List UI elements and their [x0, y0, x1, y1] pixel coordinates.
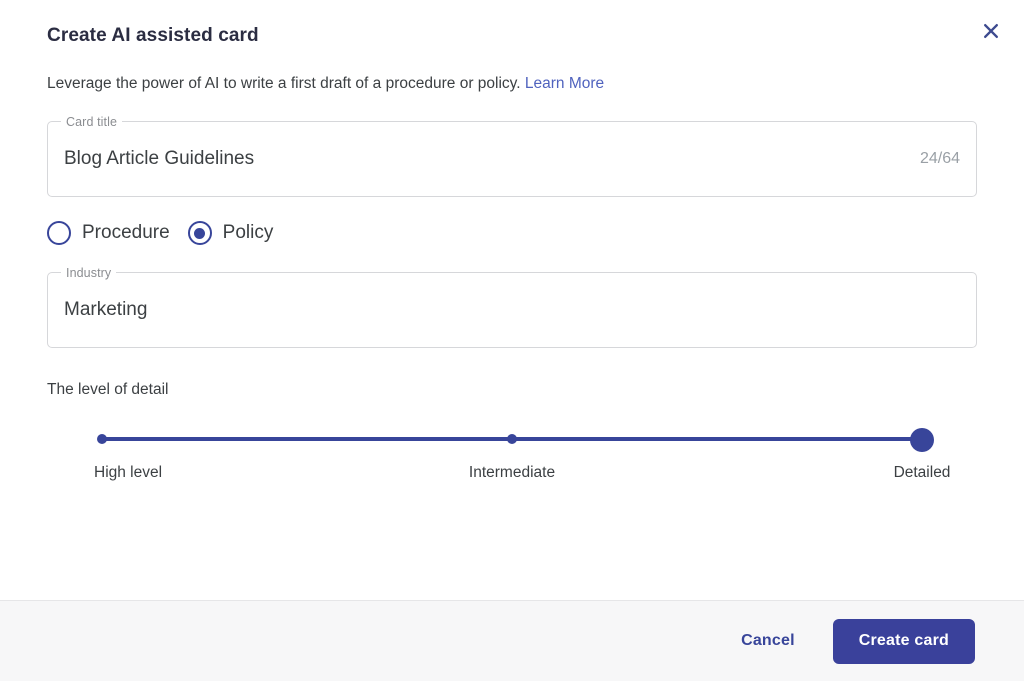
slider-thumb[interactable] [910, 428, 934, 452]
close-icon [981, 21, 1001, 41]
radio-label-procedure: Procedure [82, 222, 170, 243]
industry-input[interactable] [62, 297, 960, 323]
close-button[interactable] [974, 14, 1008, 48]
radio-icon-procedure [47, 221, 71, 245]
radio-icon-policy [187, 221, 212, 245]
dialog-footer: Cancel Create card [0, 600, 1024, 681]
card-title-counter: 24/64 [919, 150, 960, 167]
slider-label-intermediate: Intermediate [468, 464, 556, 481]
radio-option-procedure[interactable]: Procedure [47, 221, 170, 245]
detail-level-section: The level of detail High level Intermedi… [47, 380, 977, 494]
radio-label-policy: Policy [222, 222, 274, 243]
detail-level-heading: The level of detail [47, 381, 169, 398]
radio-option-policy[interactable]: Policy [187, 221, 274, 245]
slider-tick-intermediate[interactable] [507, 434, 517, 444]
cancel-button[interactable]: Cancel [733, 622, 803, 660]
learn-more-link[interactable]: Learn More [525, 75, 604, 92]
dialog-subtitle-text: Leverage the power of AI to write a firs… [47, 75, 521, 92]
slider-tick-high-level[interactable] [97, 434, 107, 444]
industry-label: Industry [61, 265, 117, 281]
page-title: Create AI assisted card [47, 25, 259, 46]
create-ai-card-dialog: Create AI assisted card Leverage the pow… [0, 0, 1024, 681]
slider-label-high-level: High level [94, 464, 163, 481]
radio-dot [194, 227, 206, 239]
dialog-header: Create AI assisted card [0, 0, 1024, 48]
detail-level-slider[interactable]: High level Intermediate Detailed [47, 428, 977, 494]
card-title-label: Card title [61, 114, 123, 130]
card-type-radio-group: Procedure Policy [47, 221, 977, 245]
industry-field[interactable]: Industry [47, 265, 977, 348]
slider-label-detailed: Detailed [893, 464, 951, 481]
dialog-subtitle: Leverage the power of AI to write a firs… [0, 74, 1024, 94]
card-title-input[interactable] [62, 146, 908, 172]
dialog-body: Card title 24/64 Procedure Policy Indust… [0, 94, 1024, 600]
create-card-button[interactable]: Create card [832, 618, 975, 664]
card-title-field[interactable]: Card title 24/64 [47, 114, 977, 197]
